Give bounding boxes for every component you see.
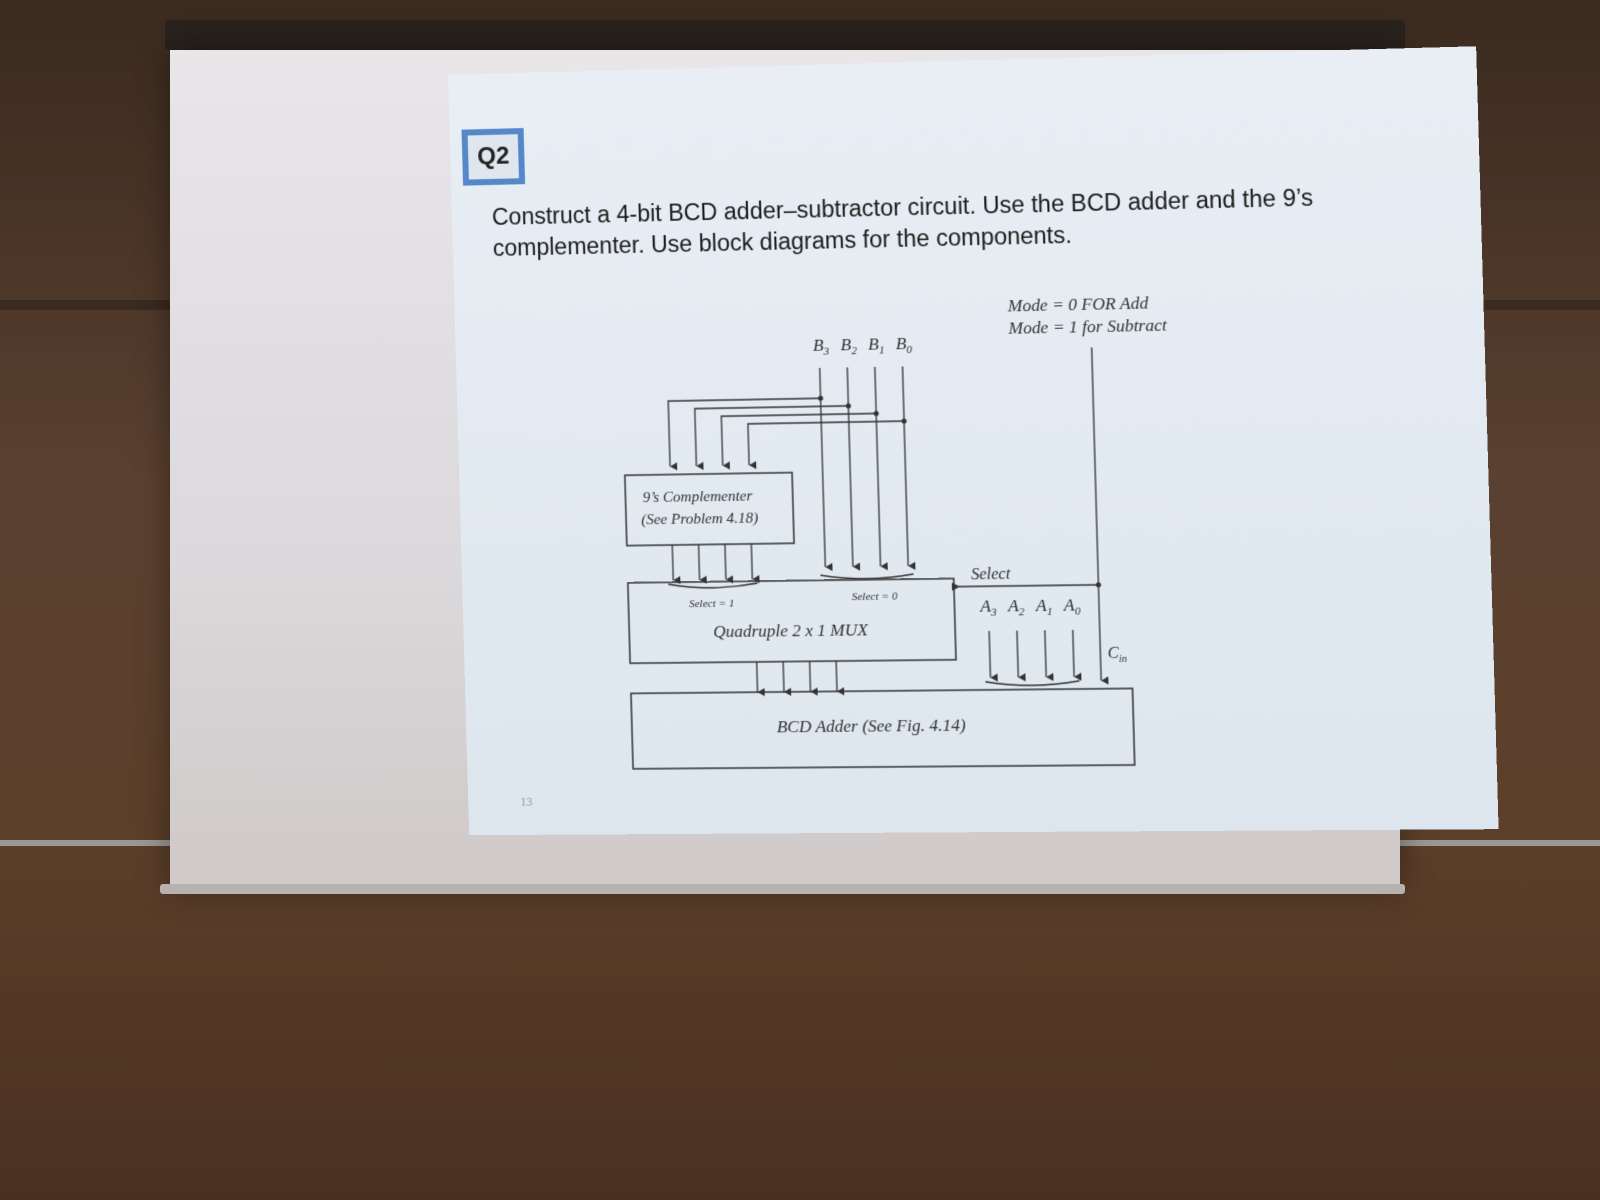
- slide: Q2 Construct a 4-bit BCD adder–subtracto…: [448, 46, 1499, 835]
- mux-outputs: [757, 661, 837, 692]
- b-input-labels: B3 B2 B1 B0: [813, 334, 913, 358]
- complementer-ref: (See Problem 4.18): [641, 510, 758, 528]
- select-1-label: Select = 1: [689, 598, 735, 611]
- slide-number: 13: [520, 794, 533, 809]
- select-0-label: Select = 0: [852, 590, 899, 603]
- b-input-wires: [667, 366, 908, 569]
- cin-label: Cin: [1107, 645, 1127, 666]
- mode-add-label: Mode = 0 FOR Add: [1006, 293, 1149, 315]
- select-label: Select: [971, 566, 1011, 584]
- complementer-label: 9’s Complementer: [642, 488, 752, 506]
- mux-label: Quadruple 2 x 1 MUX: [713, 620, 869, 641]
- b2-label: B2: [840, 335, 857, 358]
- bcd-adder-label: BCD Adder (See Fig. 4.14): [777, 715, 967, 736]
- circuit-diagram: Mode = 0 FOR Add Mode = 1 for Subtract B…: [448, 46, 1499, 835]
- mode-subtract-label: Mode = 1 for Subtract: [1007, 315, 1168, 338]
- projector-screen: Q2 Construct a 4-bit BCD adder–subtracto…: [170, 50, 1400, 890]
- tap-dots: [817, 395, 907, 424]
- a2-label: A2: [1007, 596, 1026, 619]
- complementer-block: [625, 473, 794, 546]
- screen-bottom-bar: [160, 884, 1405, 894]
- projector-screen-housing: [165, 20, 1405, 50]
- a-input-wires: [984, 630, 1080, 686]
- b3-label: B3: [813, 335, 830, 358]
- mode-wire: [952, 347, 1101, 682]
- a-input-labels: A3 A2 A1 A0: [979, 595, 1081, 619]
- a1-label: A1: [1035, 596, 1053, 619]
- mode-junction: [1095, 582, 1102, 588]
- a0-label: A0: [1062, 595, 1081, 618]
- b1-label: B1: [868, 334, 885, 357]
- b0-label: B0: [895, 334, 912, 357]
- a3-label: A3: [979, 596, 998, 619]
